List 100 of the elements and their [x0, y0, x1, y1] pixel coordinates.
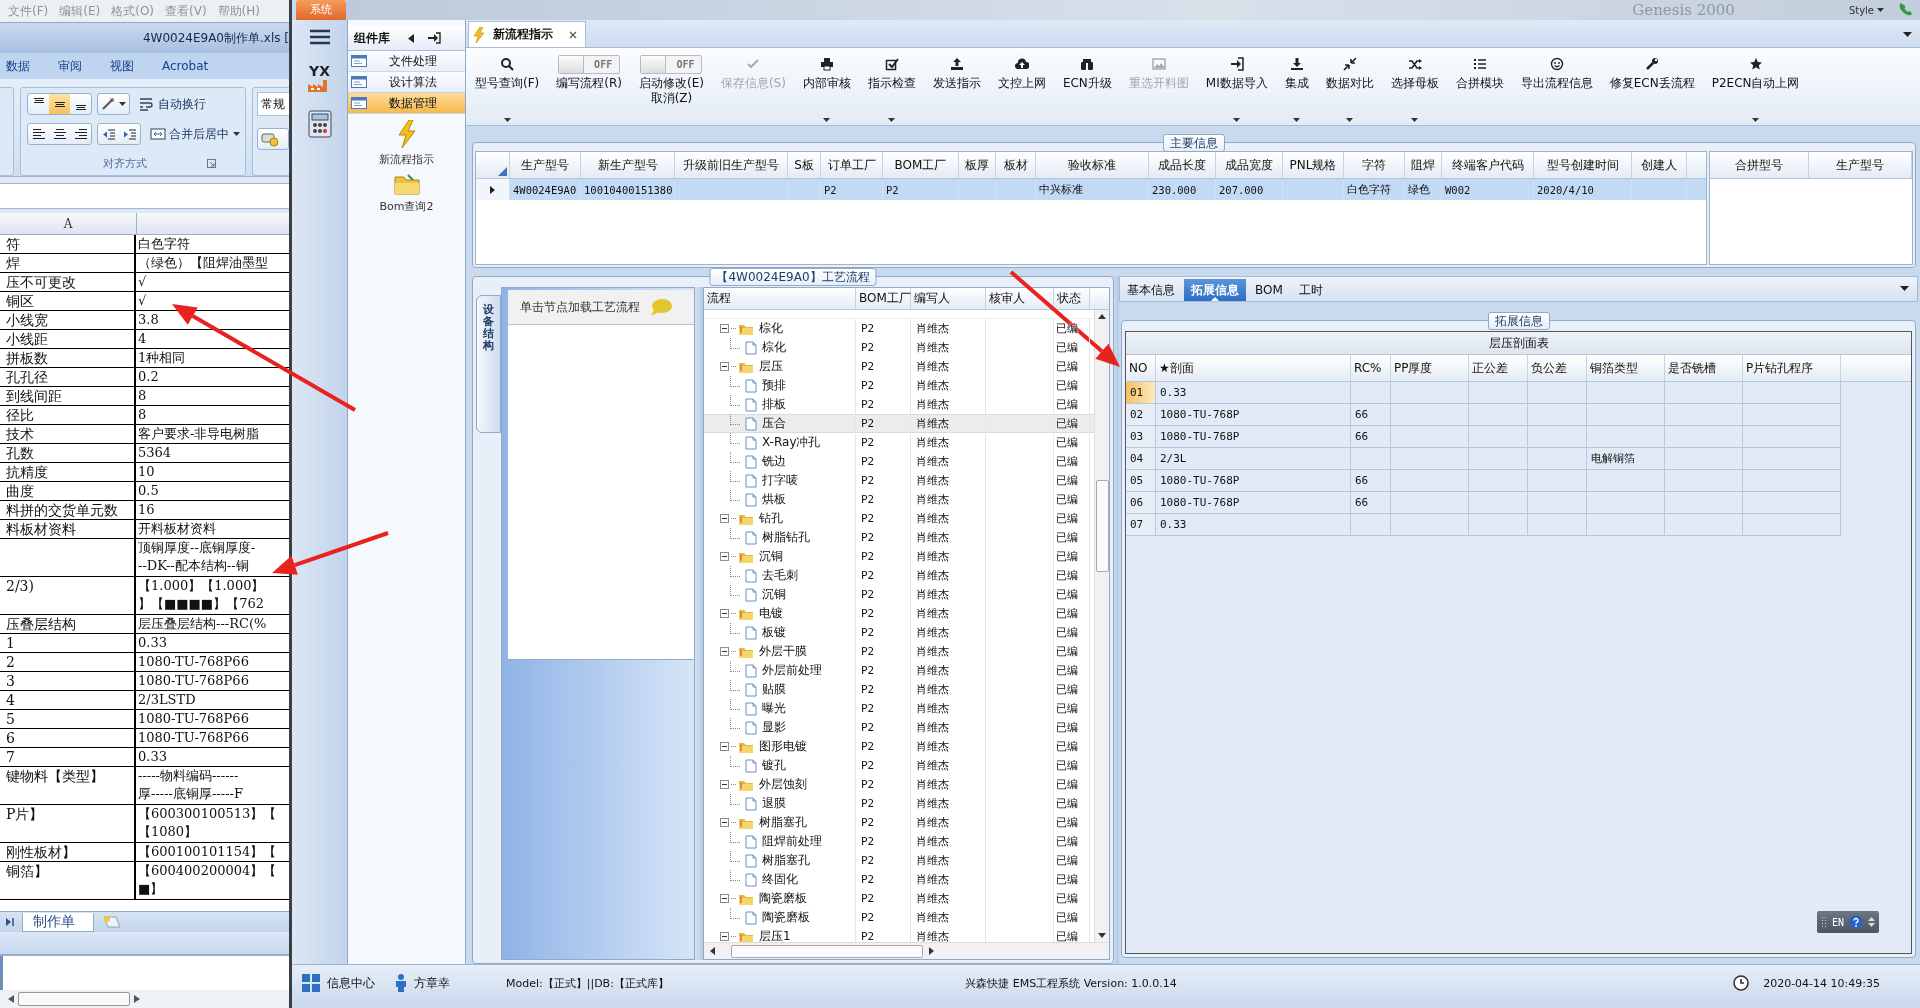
column-header[interactable]: 负公差 — [1528, 355, 1587, 381]
table-row[interactable]: 4W0024E9A0 10010400151380 P2 P2 中兴标准 230.000 207.000 白色字符 绿色 W002 2020/4/10 — [476, 179, 1706, 200]
tree-row[interactable]: 打字唛 P2 肖维杰 已编 — [704, 471, 1094, 490]
scroll-thumb[interactable] — [1095, 480, 1109, 572]
tree-row[interactable]: 图形电镀 P2 肖维杰 已编 — [704, 737, 1094, 756]
toolbar-button[interactable]: 内部审核 — [799, 52, 854, 122]
tree-row[interactable]: 树脂塞孔 P2 肖维杰 已编 — [704, 851, 1094, 870]
tree-row[interactable]: 显影 P2 肖维杰 已编 — [704, 718, 1094, 737]
wrap-text-button[interactable]: 自动换行 — [135, 93, 210, 115]
number-format-dropdown[interactable]: 常规 — [257, 92, 289, 116]
tree-row[interactable]: 陶瓷磨板 P2 肖维杰 已编 — [704, 908, 1094, 927]
scroll-last-icon[interactable] — [4, 917, 16, 927]
collapse-icon[interactable] — [408, 33, 414, 43]
collapse-icon[interactable] — [720, 647, 729, 656]
currency-button[interactable] — [257, 128, 289, 150]
tree-row[interactable]: 树脂塞孔 P2 肖维杰 已编 — [704, 813, 1094, 832]
column-header[interactable]: PNL规格 — [1283, 152, 1344, 178]
tab[interactable]: 工时 — [1291, 279, 1330, 301]
tree-row[interactable]: 棕化 P2 肖维杰 已编 — [704, 338, 1094, 357]
pin-icon[interactable] — [428, 32, 441, 44]
column-header[interactable]: 终端客户代码 — [1442, 152, 1534, 178]
tree-row[interactable]: X-Ray冲孔 P2 肖维杰 已编 — [704, 433, 1094, 452]
calculator-icon[interactable] — [307, 110, 332, 138]
column-header[interactable]: 铜箔类型 — [1587, 355, 1665, 381]
tree-row[interactable]: 外层干膜 P2 肖维杰 已编 — [704, 642, 1094, 661]
caret-icon[interactable] — [1903, 32, 1912, 37]
collapse-icon[interactable] — [720, 742, 729, 751]
column-header[interactable]: P片钻孔程序 — [1743, 355, 1841, 381]
column-header[interactable]: 正公差 — [1469, 355, 1528, 381]
row-header[interactable] — [476, 179, 510, 200]
column-header[interactable]: 升级前旧生产型号 — [675, 152, 788, 178]
tree-row[interactable]: 烘板 P2 肖维杰 已编 — [704, 490, 1094, 509]
tree-row[interactable]: 沉铜 P2 肖维杰 已编 — [704, 547, 1094, 566]
tab[interactable]: BOM — [1248, 279, 1290, 301]
align-button[interactable] — [49, 94, 70, 114]
toolbar-button[interactable]: MI数据导入 — [1202, 52, 1271, 122]
dialog-launcher-icon[interactable] — [206, 158, 216, 168]
column-header[interactable]: 合拼型号 — [1710, 152, 1809, 178]
tree-row[interactable]: 电镀 P2 肖维杰 已编 — [704, 604, 1094, 623]
launcher-button[interactable]: 新流程指示 — [348, 120, 465, 167]
collapse-icon[interactable] — [720, 362, 729, 371]
column-header[interactable]: 生产型号 — [510, 152, 581, 178]
nav-item[interactable]: 数据管理 — [348, 93, 465, 114]
toolbar-button[interactable]: 指示检查 — [864, 52, 919, 122]
launcher-button[interactable]: Bom查询2 — [348, 173, 465, 214]
column-header[interactable]: NO — [1126, 355, 1156, 381]
scrollbar[interactable] — [1094, 310, 1109, 942]
tree-row[interactable]: 阻焊前处理 P2 肖维杰 已编 — [704, 832, 1094, 851]
column-header[interactable]: 板厚 — [959, 152, 996, 178]
tree-row[interactable]: 层压 P2 肖维杰 已编 — [704, 357, 1094, 376]
column-header[interactable]: 编写人 — [911, 288, 986, 309]
user-button[interactable]: 方章幸 — [395, 974, 450, 992]
column-header[interactable]: 流程 — [704, 288, 856, 309]
language-button[interactable]: EN — [1831, 916, 1844, 928]
toolbar-button[interactable]: 集成 — [1281, 52, 1312, 122]
document-tab[interactable]: 新流程指示 — [468, 21, 586, 47]
help-icon[interactable] — [1849, 915, 1863, 929]
tree-row[interactable]: 树脂钻孔 P2 肖维杰 已编 — [704, 528, 1094, 547]
scroll-thumb[interactable] — [18, 992, 130, 1006]
close-icon[interactable] — [569, 30, 577, 39]
tree-row[interactable]: 终固化 P2 肖维杰 已编 — [704, 870, 1094, 889]
collapse-icon[interactable] — [720, 932, 729, 941]
toolbar-button[interactable]: 导出流程信息 — [1517, 52, 1596, 122]
tree-row[interactable]: 陶瓷磨板 P2 肖维杰 已编 — [704, 889, 1094, 908]
ribbon-tab[interactable]: 视图 — [110, 57, 134, 75]
nav-item[interactable]: 文件处理 — [348, 51, 465, 72]
collapse-icon[interactable] — [720, 894, 729, 903]
side-tab[interactable]: 设备结构 — [476, 295, 501, 433]
tree-row[interactable]: 预排 P2 肖维杰 已编 — [704, 376, 1094, 395]
column-header[interactable]: PP厚度 — [1391, 355, 1469, 381]
scroll-thumb[interactable] — [731, 944, 923, 958]
collapse-icon[interactable] — [720, 818, 729, 827]
column-header[interactable]: 订单工厂 — [821, 152, 883, 178]
orientation-button[interactable] — [97, 93, 130, 115]
scrollbar[interactable] — [704, 942, 1109, 959]
column-header[interactable]: 是否铣槽 — [1665, 355, 1743, 381]
tree-row[interactable]: 曝光 P2 肖维杰 已编 — [704, 699, 1094, 718]
scrollbar[interactable] — [0, 990, 289, 1008]
column-header[interactable]: 成品长度 — [1149, 152, 1216, 178]
tree-row[interactable]: 贴膜 P2 肖维杰 已编 — [704, 680, 1094, 699]
column-header[interactable]: 状态 — [1054, 288, 1090, 309]
column-header[interactable]: 生产型号 — [1809, 152, 1912, 178]
menu-icon[interactable] — [308, 28, 331, 46]
toolbar-button[interactable]: 数据对比 — [1322, 52, 1377, 122]
tree-row[interactable]: 板镀 P2 肖维杰 已编 — [704, 623, 1094, 642]
column-header[interactable]: RC% — [1351, 355, 1391, 381]
column-header[interactable]: 创建人 — [1632, 152, 1687, 178]
collapse-icon[interactable] — [720, 324, 729, 333]
sheet-tab[interactable]: 制作单 — [22, 913, 94, 932]
ribbon-tab[interactable]: 审阅 — [58, 57, 82, 75]
column-header[interactable]: S板 — [788, 152, 821, 178]
tree-row[interactable]: 铣边 P2 肖维杰 已编 — [704, 452, 1094, 471]
column-header[interactable]: 新生产型号 — [581, 152, 675, 178]
collapse-icon[interactable] — [720, 552, 729, 561]
column-header[interactable]: 板材 — [996, 152, 1036, 178]
column-header[interactable]: 成品宽度 — [1216, 152, 1283, 178]
tree-row[interactable]: 去毛刺 P2 肖维杰 已编 — [704, 566, 1094, 585]
toolbar-button[interactable]: ECN升级 — [1059, 52, 1115, 122]
column-header[interactable]: 字符 — [1344, 152, 1405, 178]
column-header[interactable]: A — [0, 213, 137, 234]
